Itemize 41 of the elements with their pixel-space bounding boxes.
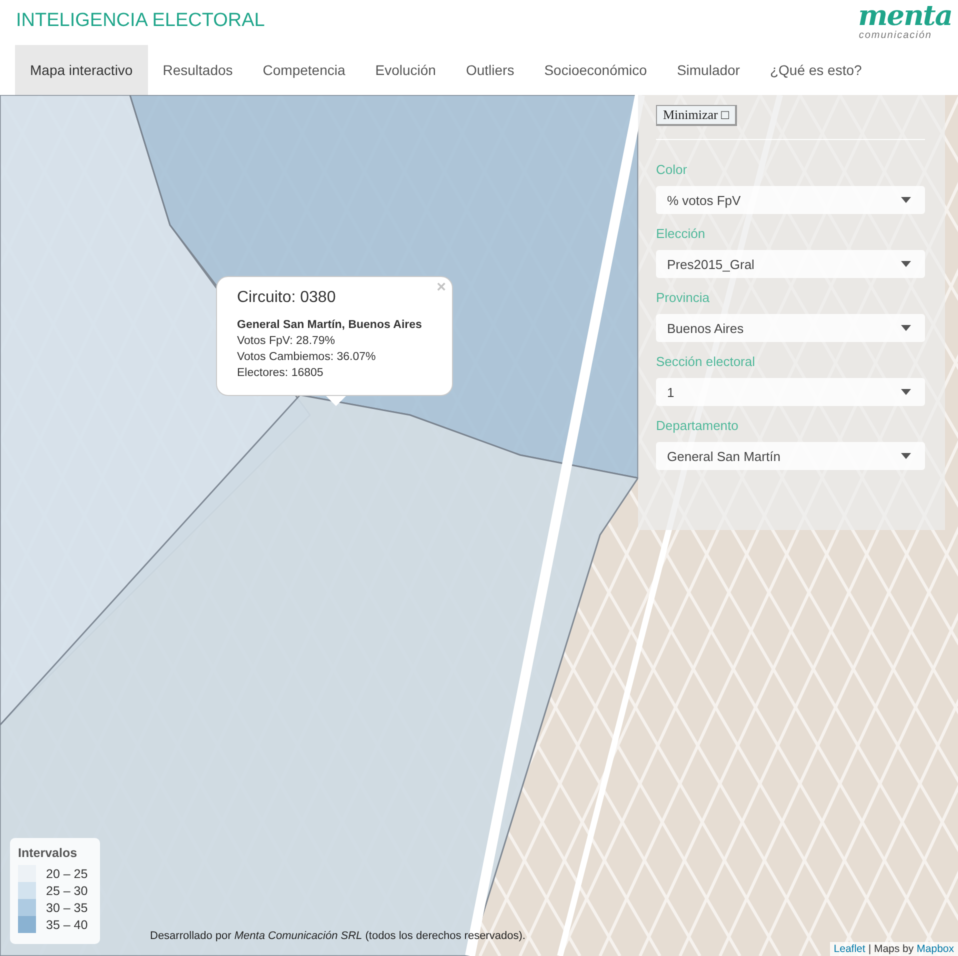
filter-dropdown[interactable]: 1: [656, 378, 925, 406]
filter-dropdown[interactable]: Pres2015_Gral: [656, 250, 925, 278]
nav-tab[interactable]: ¿Qué es esto?: [754, 45, 877, 95]
legend-label: 25 – 30: [46, 884, 88, 898]
popup-place: General San Martín, Buenos Aires: [237, 318, 423, 333]
filter-label: Departamento: [656, 418, 740, 433]
popup-line: Votos FpV: 28.79%: [237, 334, 336, 349]
legend-label: 30 – 35: [46, 900, 88, 914]
popup-line: Votos Cambiemos: 36.07%: [237, 350, 377, 365]
attribution-text: | Maps by: [868, 943, 914, 955]
nav-tab[interactable]: Mapa interactivo: [15, 45, 148, 95]
caret-icon: [901, 261, 911, 267]
nav-tab[interactable]: Socioeconómico: [529, 45, 662, 95]
caret-icon: [901, 197, 911, 203]
filter-dropdown[interactable]: Buenos Aires: [656, 314, 925, 342]
leaflet-link[interactable]: Leaflet: [834, 943, 866, 955]
filter-label: Sección electoral: [656, 354, 756, 369]
nav-tab[interactable]: Simulador: [662, 45, 755, 95]
nav-tab[interactable]: Competencia: [248, 45, 360, 95]
nav-tab[interactable]: Evolución: [360, 45, 451, 95]
legend-label: 20 – 25: [46, 866, 88, 880]
popup-title: Circuito: 0380: [237, 289, 337, 307]
caret-icon: [901, 325, 911, 331]
filter-label: Elección: [656, 226, 706, 241]
legend-title: Intervalos: [18, 846, 78, 860]
minimize-button[interactable]: Minimizar □: [656, 105, 737, 126]
nav-tab[interactable]: Outliers: [450, 45, 530, 95]
legend-label: 35 – 40: [46, 918, 88, 932]
app-title: INTELIGENCIA ELECTORAL: [16, 10, 265, 32]
caret-icon: [901, 453, 911, 459]
mapbox-link[interactable]: Mapbox: [916, 943, 954, 955]
filter-dropdown[interactable]: General San Martín: [656, 442, 925, 470]
popup-line: Electores: 16805: [237, 366, 324, 381]
filter-label: Color: [656, 162, 688, 177]
nav-tab[interactable]: Resultados: [148, 45, 248, 95]
caret-icon: [901, 389, 911, 395]
logo-tagline: comunicación: [858, 30, 932, 41]
filter-dropdown[interactable]: % votos FpV: [656, 186, 925, 214]
credit-text: Desarrollado por Menta Comunicación SRL (todos los derechos reservados).: [150, 930, 526, 942]
logo-wordmark: menta: [858, 2, 952, 30]
filter-label: Provincia: [656, 290, 710, 305]
